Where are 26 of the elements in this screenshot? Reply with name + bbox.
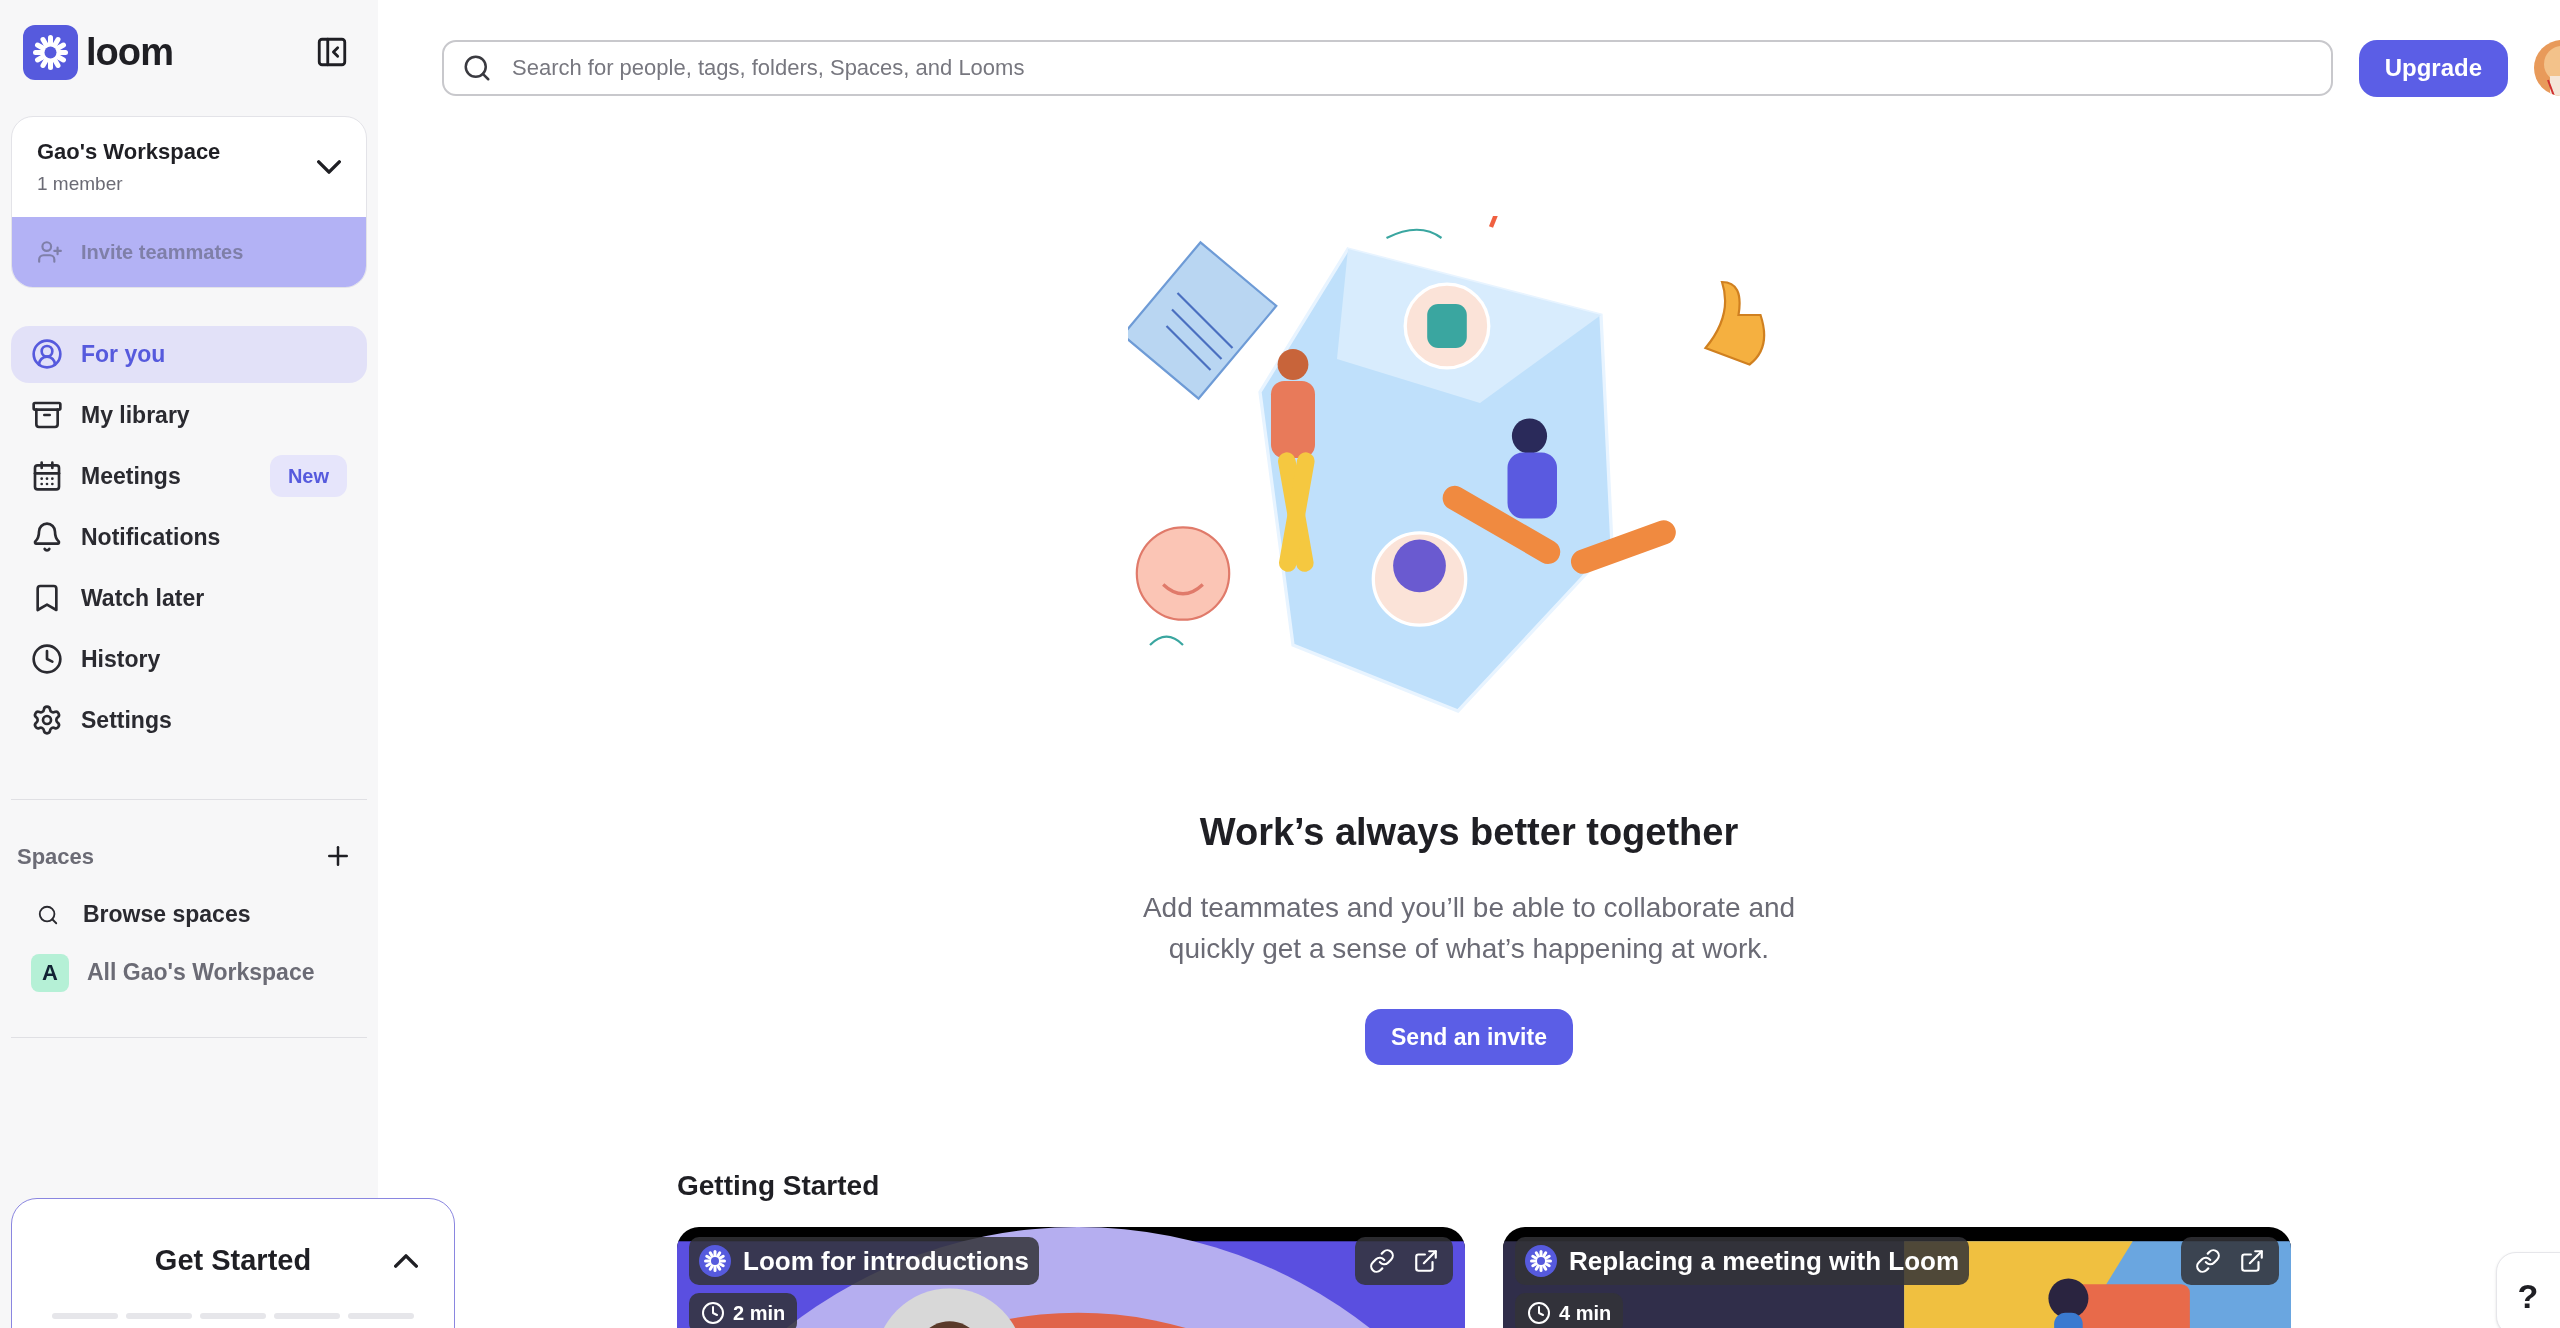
- hero-title: Work’s always better together: [1199, 810, 1739, 855]
- nav-item[interactable]: My library: [11, 386, 367, 444]
- video-duration: 4 min: [1559, 1301, 1612, 1326]
- help-button[interactable]: ?: [2496, 1252, 2560, 1328]
- new-badge: New: [269, 455, 347, 497]
- hero-text: Add teammates and you’ll be able to collaborate and quickly get a sense of what’s happening at work.: [1141, 891, 1797, 966]
- space-item[interactable]: A All Gao's Workspace: [11, 948, 367, 997]
- upgrade-button[interactable]: Upgrade: [2358, 39, 2508, 97]
- nav-item[interactable]: Meetings New: [11, 447, 367, 505]
- nav-item[interactable]: Notifications: [11, 508, 367, 566]
- workspace-selector[interactable]: Gao's Workspace 1 member: [12, 117, 366, 217]
- spaces-heading: Spaces: [17, 842, 95, 871]
- video-title: Replacing a meeting with Loom: [1569, 1244, 1960, 1278]
- search-field[interactable]: Search for people, tags, folders, Spaces, and Looms: [442, 40, 2333, 96]
- nav-item[interactable]: For you: [11, 325, 367, 383]
- browse-spaces-link[interactable]: Browse spaces: [11, 890, 367, 939]
- nav-item[interactable]: Settings: [11, 691, 367, 749]
- nav-item[interactable]: History: [11, 630, 367, 688]
- section-title: Getting Started: [677, 1169, 881, 1203]
- video-title: Loom for introductions: [743, 1244, 1029, 1278]
- nav-item[interactable]: Watch later: [11, 569, 367, 627]
- get-started-title: Get Started: [154, 1243, 312, 1278]
- send-invite-button[interactable]: Send an invite: [1365, 1009, 1573, 1065]
- brand-name: loom: [86, 29, 173, 75]
- space-initial-avatar: A: [31, 953, 69, 992]
- video-duration: 2 min: [733, 1301, 786, 1326]
